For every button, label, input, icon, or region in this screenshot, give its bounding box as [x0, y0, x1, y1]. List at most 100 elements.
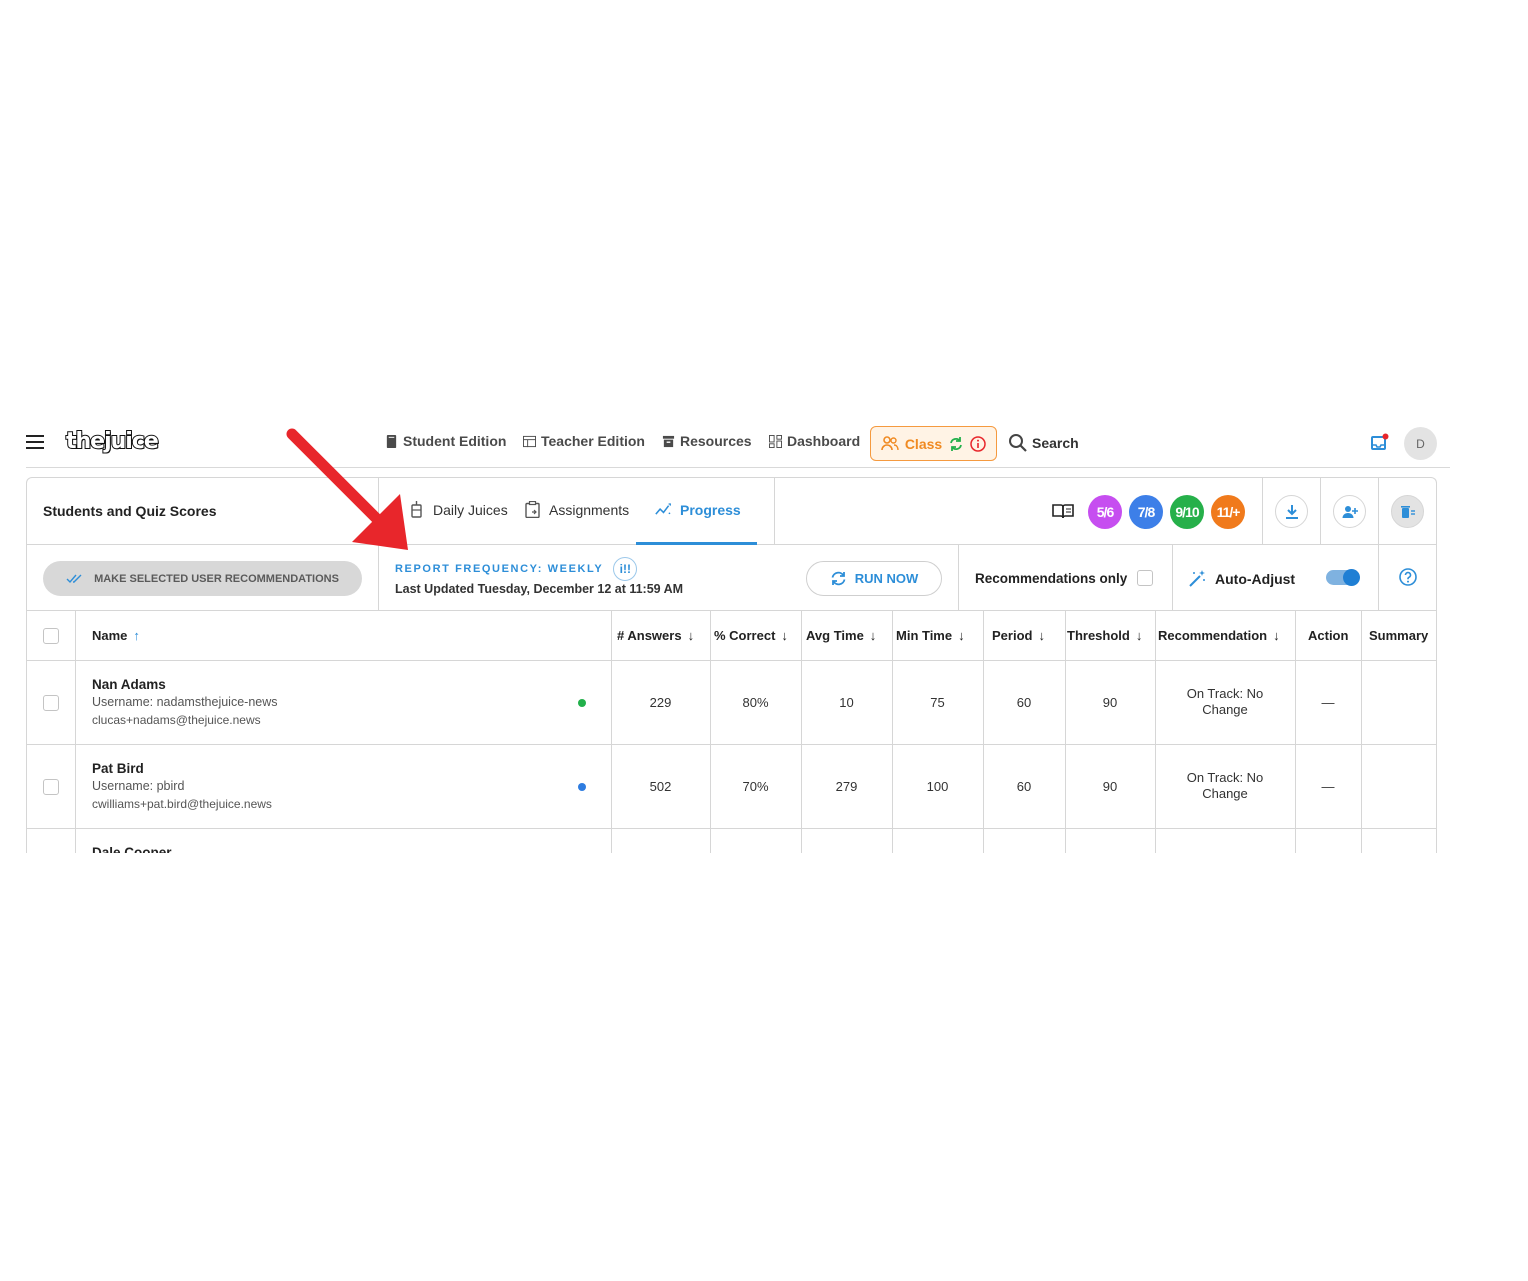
run-now-label: RUN NOW — [854, 571, 919, 586]
column-divider — [1065, 611, 1066, 853]
student-name[interactable]: Pat Bird — [92, 761, 144, 776]
action-cell[interactable]: — — [1295, 695, 1361, 710]
grade-5-6-badge[interactable]: 5/6 — [1088, 495, 1122, 529]
column-label: % Correct — [714, 628, 776, 643]
recommendation-toolbar: MAKE SELECTED USER RECOMMENDATIONS REPOR… — [27, 545, 1436, 611]
students-panel: Students and Quiz Scores Daily Juices As… — [26, 477, 1437, 853]
tab-daily-juices-label: Daily Juices — [433, 501, 508, 518]
table-row[interactable]: Nan Adams Username: nadamsthejuice-news … — [27, 661, 1436, 745]
column-min-time[interactable]: Min Time ↓ — [896, 628, 965, 643]
column-label: Avg Time — [806, 628, 864, 643]
hamburger-menu-icon[interactable] — [26, 435, 44, 449]
period-cell: 60 — [1016, 779, 1032, 794]
help-icon[interactable] — [1399, 568, 1417, 586]
min-time-cell: 100 — [926, 779, 949, 794]
column-threshold[interactable]: Threshold ↓ — [1067, 628, 1142, 643]
refresh-icon — [831, 571, 846, 586]
column-label: Threshold — [1067, 628, 1130, 643]
divider — [1378, 545, 1379, 611]
last-updated-text: Last Updated Tuesday, December 12 at 11:… — [395, 582, 684, 596]
column-label: Period — [992, 628, 1033, 643]
tab-assignments-label: Assignments — [549, 501, 630, 518]
nav-teacher-edition[interactable]: Teacher Edition — [523, 433, 645, 449]
min-time-cell: 75 — [930, 695, 945, 710]
correct-cell: 70% — [742, 779, 769, 794]
run-now-button[interactable]: RUN NOW — [806, 561, 942, 596]
recommendations-only-filter[interactable]: Recommendations only — [975, 570, 1154, 586]
download-button[interactable] — [1275, 495, 1308, 528]
nav-search[interactable]: Search — [1008, 433, 1079, 452]
student-email: clucas+nadams@thejuice.news — [92, 713, 261, 727]
row-checkbox[interactable] — [43, 695, 59, 711]
column-label: # Answers — [617, 628, 682, 643]
student-username: Username: nadamsthejuice-news — [92, 695, 278, 709]
user-avatar[interactable]: D — [1404, 427, 1437, 460]
users-icon — [881, 436, 899, 451]
frequency-settings-icon[interactable]: i!! — [613, 557, 638, 581]
add-user-icon — [1342, 505, 1358, 518]
tab-assignments[interactable]: Assignments — [524, 501, 629, 518]
table-row[interactable]: Dale Cooper — [27, 829, 1436, 853]
divider — [1262, 478, 1263, 545]
class-selector-button[interactable]: Class — [870, 426, 997, 461]
sort-desc-icon: ↓ — [687, 628, 695, 643]
magic-wand-icon — [1189, 570, 1205, 587]
annotation-arrow-icon — [286, 428, 408, 550]
sort-desc-icon: ↓ — [1273, 628, 1280, 643]
recommendations-only-checkbox[interactable] — [1137, 570, 1154, 586]
table-row[interactable]: Pat Bird Username: pbird cwilliams+pat.b… — [27, 745, 1436, 829]
download-icon — [1285, 504, 1298, 519]
nav-dashboard[interactable]: Dashboard — [769, 433, 860, 449]
info-icon — [970, 435, 986, 452]
action-cell[interactable]: — — [1295, 779, 1361, 794]
auto-adjust: Auto-Adjust — [1188, 569, 1295, 588]
select-all-checkbox[interactable] — [43, 628, 59, 644]
column-avg-time[interactable]: Avg Time ↓ — [806, 628, 876, 643]
delete-list-button[interactable] — [1391, 495, 1424, 528]
divider — [1172, 545, 1173, 611]
column-recommendation[interactable]: Recommendation ↓ — [1158, 628, 1280, 643]
column-name[interactable]: Name ↑ — [92, 628, 140, 643]
sort-desc-icon: ↓ — [781, 628, 788, 643]
column-divider — [75, 611, 76, 853]
box-icon — [662, 435, 675, 447]
page-title: Students and Quiz Scores — [43, 503, 217, 519]
column-divider — [892, 611, 893, 853]
trash-list-icon — [1400, 505, 1415, 518]
tab-progress[interactable]: Progress — [655, 501, 741, 518]
column-correct[interactable]: % Correct ↓ — [714, 628, 788, 643]
add-student-button[interactable] — [1333, 495, 1366, 528]
auto-adjust-toggle[interactable] — [1326, 569, 1360, 586]
column-period[interactable]: Period ↓ — [992, 628, 1045, 643]
column-divider — [801, 611, 802, 853]
double-check-icon — [66, 574, 82, 583]
thejuice-logo[interactable]: thejuice — [65, 428, 160, 455]
student-name[interactable]: Nan Adams — [92, 677, 166, 692]
divider — [1378, 478, 1379, 545]
tab-progress-label: Progress — [680, 501, 741, 518]
sort-desc-icon: ↓ — [869, 628, 877, 643]
open-book-icon[interactable] — [1052, 502, 1074, 520]
column-action: Action — [1308, 628, 1349, 643]
threshold-cell: 90 — [1102, 779, 1118, 794]
column-divider — [1295, 611, 1296, 853]
nav-resources[interactable]: Resources — [662, 433, 752, 449]
sync-icon — [950, 436, 963, 451]
nav-resources-label: Resources — [680, 433, 752, 449]
grade-11-plus-badge[interactable]: 11/+ — [1211, 495, 1245, 529]
recommendation-cell: On Track: No Change — [1186, 770, 1264, 801]
top-navigation: thejuice Student Edition Teacher Edition… — [26, 420, 1450, 468]
grade-7-8-badge[interactable]: 7/8 — [1129, 495, 1163, 529]
notifications-icon[interactable] — [1371, 433, 1389, 451]
grade-label: 11/+ — [1216, 504, 1241, 520]
column-label: Min Time — [896, 628, 953, 643]
status-dot — [578, 783, 586, 791]
panel-header: Students and Quiz Scores Daily Juices As… — [27, 478, 1436, 545]
dashboard-icon — [769, 434, 782, 448]
auto-adjust-label: Auto-Adjust — [1215, 570, 1296, 587]
column-answers[interactable]: # Answers ↓ — [617, 628, 694, 643]
answers-cell: 502 — [649, 779, 672, 794]
grade-9-10-badge[interactable]: 9/10 — [1170, 495, 1204, 529]
row-checkbox[interactable] — [43, 779, 59, 795]
student-name[interactable]: Dale Cooper — [92, 845, 172, 853]
